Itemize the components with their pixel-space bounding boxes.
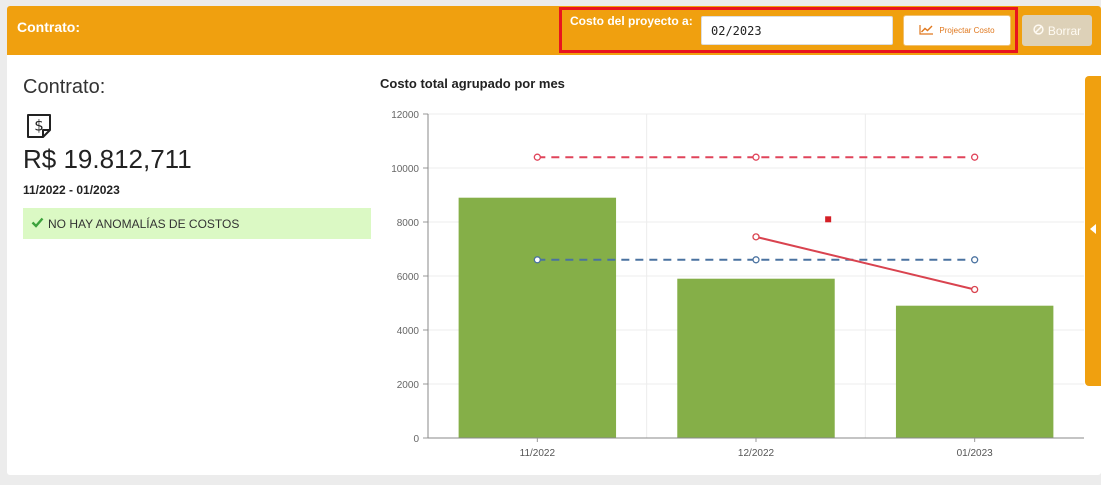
line-point — [533, 256, 541, 264]
anomaly-status-alert: NO HAY ANOMALÍAS DE COSTOS — [23, 208, 371, 239]
line-point — [752, 153, 760, 161]
header-title: Contrato: — [17, 19, 80, 35]
y-tick-label: 0 — [413, 434, 419, 445]
delete-label: Borrar — [1047, 23, 1082, 38]
line-point — [752, 233, 760, 241]
line-point — [971, 153, 979, 161]
delete-button[interactable]: Borrar — [1022, 15, 1092, 46]
anomaly-status-text: NO HAY ANOMALÍAS DE COSTOS — [48, 216, 240, 231]
x-tick-label: 01/2023 — [957, 448, 994, 459]
data-marker — [825, 216, 832, 223]
date-range: 11/2022 - 01/2023 — [23, 183, 120, 197]
dollar-document-icon: $ — [25, 112, 53, 145]
line-point — [971, 285, 979, 294]
line-point — [971, 256, 979, 264]
project-cost-label: Projectar Costo — [939, 26, 995, 35]
contract-amount: R$ 19.812,711 — [23, 144, 192, 174]
projection-label: Costo del proyecto a: — [570, 14, 693, 28]
y-tick-label: 12000 — [391, 110, 419, 121]
side-panel-toggle[interactable] — [1085, 76, 1101, 386]
chevron-left-icon — [1090, 224, 1096, 234]
bar — [458, 197, 617, 438]
chart-title: Costo total agrupado por mes — [380, 76, 565, 91]
line-point — [752, 256, 760, 264]
x-tick-label: 11/2022 — [520, 448, 556, 459]
contract-card: Contrato: Costo del proyecto a: Projecta… — [7, 6, 1101, 475]
y-tick-label: 6000 — [397, 272, 420, 283]
line-chart-icon — [919, 24, 934, 37]
cost-bar-chart: 0 2000 4000 6000 8000 10000 12000 11/2022 12/202… — [391, 110, 1084, 459]
bar — [677, 278, 835, 438]
check-icon — [31, 217, 44, 231]
projection-date-input[interactable] — [701, 16, 893, 45]
summary-title: Contrato: — [23, 76, 106, 98]
x-tick-label: 12/2022 — [738, 448, 775, 459]
bar — [895, 305, 1054, 438]
y-tick-label: 8000 — [397, 218, 420, 229]
y-tick-label: 2000 — [397, 380, 420, 391]
y-tick-label: 10000 — [391, 164, 419, 175]
card-header: Contrato: Costo del proyecto a: Projecta… — [7, 6, 1101, 55]
project-cost-button[interactable]: Projectar Costo — [903, 15, 1011, 46]
svg-text:$: $ — [34, 117, 44, 135]
line-point — [533, 153, 541, 161]
ban-icon — [1033, 23, 1044, 38]
y-tick-label: 4000 — [397, 326, 420, 337]
